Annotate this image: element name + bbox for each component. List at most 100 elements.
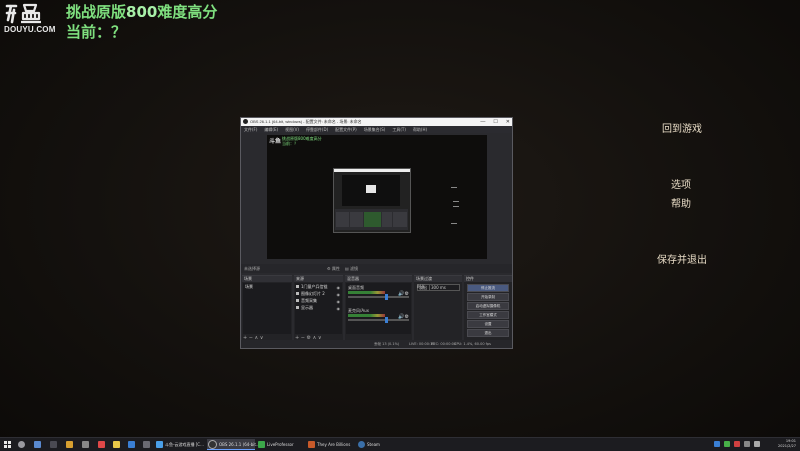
audio-source-icon [296, 299, 299, 302]
tray-app-icon[interactable] [724, 441, 730, 447]
system-tray-icons [714, 441, 760, 447]
preview-logo: 斗鱼 [269, 138, 282, 145]
mixer-channel-desktop: 桌面音频 🔊⚙ [348, 285, 409, 300]
exit-button[interactable]: 退出 [467, 329, 509, 337]
scenes-dock-header: 场景 [242, 276, 292, 282]
menu-docks[interactable]: 停靠部件(D) [306, 126, 328, 133]
preview-overlay-text: 挑战原版800难度高分 当前：？ [282, 136, 322, 146]
taskbar-task-steam[interactable]: Steam [357, 439, 406, 450]
properties-button[interactable]: ⚙ 属性 [327, 264, 340, 273]
pinned-app-icon[interactable] [143, 441, 150, 448]
taskbar-clock[interactable]: 19:01 2021/2/27 [778, 439, 796, 450]
obs-icon [208, 439, 217, 449]
volume-icon[interactable] [754, 441, 760, 447]
menu-tools[interactable]: 工具(T) [392, 126, 406, 133]
start-recording-button[interactable]: 开始录制 [467, 293, 509, 301]
audio-meter [348, 291, 385, 294]
liveprofessor-icon [258, 441, 265, 448]
douyu-logo-mark-icon [5, 3, 41, 24]
browser-icon [156, 441, 163, 448]
obs-preview[interactable]: 斗鱼 挑战原版800难度高分 当前：？ [267, 135, 487, 259]
studio-mode-button[interactable]: 工作室模式 [467, 311, 509, 319]
text-source-icon [296, 285, 299, 288]
transitions-dock-header: 场景过渡 [414, 276, 462, 282]
speaker-icon[interactable]: 🔊⚙ [398, 292, 409, 297]
douyu-logo: DOUYU.COM [4, 2, 62, 34]
menu-view[interactable]: 视图(V) [285, 126, 299, 133]
menu-scene-collection[interactable]: 场景集合(S) [364, 126, 386, 133]
duration-input[interactable]: 300 ms [429, 284, 460, 291]
close-icon[interactable]: ✕ [506, 118, 510, 126]
source-item[interactable]: 显示器 ◉ [295, 304, 342, 311]
preview-subtitle-line: 当前：？ [282, 141, 298, 146]
image-source-icon [296, 292, 299, 295]
no-source-selected-label: 未选择源 [244, 266, 260, 271]
tray-app-icon[interactable] [714, 441, 720, 447]
menu-save-and-exit[interactable]: 保存并退出 [657, 251, 707, 266]
pinned-app-icon[interactable] [128, 441, 135, 448]
folder-icon[interactable] [113, 441, 120, 448]
audio-mixer-dock: 混音器 桌面音频 🔊⚙ 麦克风/Aux 🔊⚙ [345, 275, 412, 342]
menu-file[interactable]: 文件(F) [244, 126, 257, 133]
obs-window: OBS 26.1.1 (64-bit, windows) - 配置文件: 未命名… [240, 117, 513, 349]
stream-subtitle: 当前：？ [66, 23, 127, 41]
windows-start-icon[interactable] [4, 441, 11, 448]
stream-title-highlight: 800 [126, 3, 158, 21]
sources-dock-header: 来源 [294, 276, 343, 282]
mixer-channel-mic: 麦克风/Aux 🔊⚙ [348, 308, 409, 323]
stream-title-prefix: 挑战原版 [66, 3, 127, 21]
menu-profile[interactable]: 配置文件(P) [335, 126, 357, 133]
windows-taskbar: 斗鱼-云游戏直播 [C... OBS 26.1.1 (64-bit... Liv… [0, 437, 800, 451]
rec-timer-text: REC: 00:00:00 [431, 342, 457, 346]
filters-button[interactable]: ▤ 滤镜 [345, 264, 358, 273]
controls-dock: 控件 停止推流 开始录制 启动虚拟摄像机 工作室模式 设置 退出 [464, 275, 512, 342]
transition-duration-row: 时长 300 ms [415, 283, 461, 291]
speaker-icon[interactable]: 🔊⚙ [398, 315, 409, 320]
stop-streaming-button[interactable]: 停止推流 [467, 284, 509, 292]
taskbar-task-obs[interactable]: OBS 26.1.1 (64-bit... [207, 439, 260, 450]
dropped-frames-text: 丢帧 13 (0.1%) [374, 342, 400, 346]
stream-overlay-title: 挑战原版800难度高分 当前：？ [66, 2, 217, 42]
start-virtual-camera-button[interactable]: 启动虚拟摄像机 [467, 302, 509, 310]
taskbar-task-douyu[interactable]: 斗鱼-云游戏直播 [C... [155, 439, 206, 450]
cpu-fps-text: CPU: 1.4%, 60.00 fps [454, 342, 491, 346]
sources-dock: 来源 1门量产兵信链 ◉ 图像幻灯片 2 ◉ 音频采集 ◉ 显示器 ◉ + − ⚙ ∧ … [294, 275, 343, 342]
maximize-icon[interactable]: ☐ [493, 118, 497, 126]
obs-titlebar[interactable]: OBS 26.1.1 (64-bit, windows) - 配置文件: 未命名… [241, 118, 512, 126]
source-toolbar: 未选择源 ⚙ 属性 ▤ 滤镜 [241, 264, 512, 273]
clock-date: 2021/2/27 [778, 444, 796, 448]
source-item[interactable]: 1门量产兵信链 ◉ [295, 283, 342, 290]
controls-dock-header: 控件 [464, 276, 512, 282]
source-item[interactable]: 音频采集 ◉ [295, 297, 342, 304]
search-icon[interactable] [18, 441, 25, 448]
transitions-dock: 场景过渡 淡出 时长 300 ms [414, 275, 462, 342]
pinned-app-icon[interactable] [98, 441, 105, 448]
minimize-icon[interactable]: — [480, 118, 485, 126]
network-icon[interactable] [744, 441, 750, 447]
mixer-dock-header: 混音器 [345, 276, 412, 282]
obs-statusbar: 丢帧 13 (0.1%) LIVE: 00:00:13 REC: 00:00:0… [241, 340, 512, 348]
steam-pinned-icon[interactable] [34, 441, 41, 448]
settings-button[interactable]: 设置 [467, 320, 509, 328]
douyu-domain-text: DOUYU.COM [4, 25, 56, 34]
obs-app-icon [243, 119, 248, 124]
eye-icon[interactable]: ◉ [337, 305, 341, 312]
scene-item[interactable]: 场景 [243, 283, 291, 290]
audio-meter [348, 314, 385, 317]
taskbar-task-liveprofessor[interactable]: LiveProfessor [257, 439, 306, 450]
source-item[interactable]: 图像幻灯片 2 ◉ [295, 290, 342, 297]
taskbar-task-they-are-billions[interactable]: They Are Billions [307, 439, 356, 450]
menu-options[interactable]: 选项 [671, 176, 691, 191]
menu-resume-game[interactable]: 回到游戏 [662, 120, 702, 135]
obs-menubar: 文件(F) 编辑(E) 视图(V) 停靠部件(D) 配置文件(P) 场景集合(S… [241, 126, 512, 133]
pinned-app-icon[interactable] [82, 441, 89, 448]
stream-title-suffix: 难度高分 [157, 3, 218, 21]
menu-help[interactable]: 帮助 [671, 195, 691, 210]
tray-app-icon[interactable] [734, 441, 740, 447]
pinned-app-icon[interactable] [50, 441, 57, 448]
menu-help[interactable]: 帮助(H) [413, 126, 427, 133]
game-icon [308, 441, 315, 448]
steam-icon [358, 441, 365, 448]
pinned-app-icon[interactable] [66, 441, 73, 448]
menu-edit[interactable]: 编辑(E) [264, 126, 278, 133]
